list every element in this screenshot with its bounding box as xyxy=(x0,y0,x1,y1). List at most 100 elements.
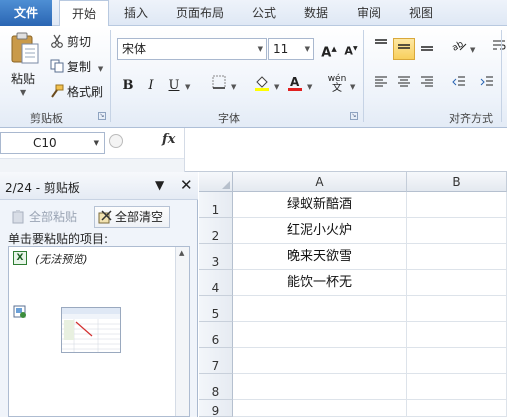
cell-a4[interactable]: 能饮一杯无 xyxy=(233,270,407,296)
paste-icon[interactable] xyxy=(10,32,40,64)
wrap-text-button[interactable] xyxy=(488,38,507,60)
bold-button[interactable]: B xyxy=(117,75,139,97)
clipboard-image-thumbnail[interactable] xyxy=(61,307,121,353)
align-bottom-button[interactable] xyxy=(416,38,438,60)
underline-dropdown-icon[interactable]: ▼ xyxy=(185,83,190,91)
font-name-select[interactable]: 宋体 ▼ xyxy=(117,38,267,60)
paste-dropdown-icon[interactable]: ▼ xyxy=(20,88,26,97)
phonetic-button[interactable]: wén 文 xyxy=(326,74,348,96)
fill-color-button[interactable] xyxy=(251,75,273,97)
cell-b8[interactable] xyxy=(407,374,507,400)
paste-button-label[interactable]: 粘贴 xyxy=(11,70,35,87)
align-middle-button[interactable] xyxy=(393,38,415,60)
tab-home[interactable]: 开始 xyxy=(59,0,109,27)
clipboard-scrollbar[interactable]: ▲ xyxy=(175,247,189,416)
font-color-button[interactable]: A xyxy=(284,75,306,97)
cell-b5[interactable] xyxy=(407,296,507,322)
cell-a6[interactable] xyxy=(233,322,407,348)
cell-b4[interactable] xyxy=(407,270,507,296)
cell-a3[interactable]: 晚来天欲雪 xyxy=(233,244,407,270)
row-header[interactable]: 4 xyxy=(199,270,233,296)
row-header[interactable]: 9 xyxy=(199,400,233,417)
font-launcher-icon[interactable]: ↘ xyxy=(350,112,358,120)
clipboard-pane-title: 2/24 - 剪贴板 xyxy=(5,181,80,195)
scroll-up-icon[interactable]: ▲ xyxy=(179,249,184,257)
align-center-button[interactable] xyxy=(393,75,415,97)
pane-options-icon[interactable]: ▼ xyxy=(155,178,164,192)
cell-a5[interactable] xyxy=(233,296,407,322)
cell-b3[interactable] xyxy=(407,244,507,270)
tab-formulas[interactable]: 公式 xyxy=(252,0,276,26)
insert-function-button[interactable]: fx xyxy=(162,132,175,147)
align-right-button[interactable] xyxy=(416,75,438,97)
row-header[interactable]: 2 xyxy=(199,218,233,244)
cell-b1[interactable] xyxy=(407,192,507,218)
paste-all-button[interactable]: 全部粘贴 xyxy=(8,206,84,228)
ribbon-tab-bar: 文件 开始 插入 页面布局 公式 数据 审阅 视图 xyxy=(0,0,507,27)
clipboard-pane: 2/24 - 剪贴板 ▼ ✕ 全部粘贴 全部清空 单击要粘贴的项目: X (无法… xyxy=(0,172,198,417)
grow-font-glyph: A xyxy=(321,45,332,61)
row-header[interactable]: 5 xyxy=(199,296,233,322)
row-header[interactable]: 8 xyxy=(199,374,233,400)
clipboard-pane-header: 2/24 - 剪贴板 ▼ ✕ xyxy=(0,172,198,200)
increase-indent-button[interactable] xyxy=(476,75,498,97)
select-all-corner[interactable] xyxy=(199,172,233,192)
close-icon[interactable]: ✕ xyxy=(180,176,193,194)
clear-all-button[interactable]: 全部清空 xyxy=(94,206,170,228)
cell-b6[interactable] xyxy=(407,322,507,348)
cell-b2[interactable] xyxy=(407,218,507,244)
cut-label: 剪切 xyxy=(67,35,92,49)
font-color-dropdown-icon[interactable]: ▼ xyxy=(307,83,312,91)
clipboard-launcher-icon[interactable]: ↘ xyxy=(98,112,106,120)
border-button[interactable] xyxy=(208,75,230,97)
formula-input[interactable] xyxy=(190,132,500,156)
cell-a8[interactable] xyxy=(233,374,407,400)
wrap-text-icon xyxy=(492,40,506,56)
name-box[interactable]: C10 ▼ xyxy=(0,132,105,154)
align-left-button[interactable] xyxy=(370,75,392,97)
formula-bar-resize-handle[interactable] xyxy=(109,134,123,148)
formula-bar-divider xyxy=(184,128,185,172)
cell-b9[interactable] xyxy=(407,400,507,417)
fill-color-dropdown-icon[interactable]: ▼ xyxy=(274,83,279,91)
cell-a1[interactable]: 绿蚁新醅酒 xyxy=(233,192,407,218)
tab-page-layout[interactable]: 页面布局 xyxy=(176,0,224,26)
italic-button[interactable]: I xyxy=(140,75,162,97)
orientation-dropdown-icon[interactable]: ▼ xyxy=(470,46,475,54)
row-header[interactable]: 1 xyxy=(199,192,233,218)
row-header[interactable]: 7 xyxy=(199,348,233,374)
cut-button[interactable]: 剪切 xyxy=(50,32,91,52)
tab-file[interactable]: 文件 xyxy=(0,0,52,26)
tab-data[interactable]: 数据 xyxy=(304,0,328,26)
cell-a2[interactable]: 红泥小火炉 xyxy=(233,218,407,244)
tab-view[interactable]: 视图 xyxy=(409,0,433,26)
row-header[interactable]: 6 xyxy=(199,322,233,348)
font-group-label: 字体 xyxy=(218,112,240,125)
copy-icon xyxy=(50,59,64,73)
border-dropdown-icon[interactable]: ▼ xyxy=(231,83,236,91)
clear-all-label: 全部清空 xyxy=(115,210,164,224)
tab-insert[interactable]: 插入 xyxy=(124,0,148,26)
tab-review[interactable]: 审阅 xyxy=(357,0,381,26)
shrink-font-button[interactable]: A▼ xyxy=(340,38,362,60)
align-top-button[interactable] xyxy=(370,38,392,60)
row-header[interactable]: 3 xyxy=(199,244,233,270)
phonetic-dropdown-icon[interactable]: ▼ xyxy=(350,83,355,91)
decrease-indent-button[interactable] xyxy=(448,75,470,97)
orientation-button[interactable]: ab xyxy=(448,38,470,60)
group-divider xyxy=(501,30,502,122)
decrease-indent-icon xyxy=(452,76,466,93)
underline-button[interactable]: U xyxy=(163,75,185,97)
column-header-b[interactable]: B xyxy=(407,172,507,192)
copy-button[interactable]: 复制 ▼ xyxy=(50,57,103,77)
text-orientation-icon: ab xyxy=(451,39,467,56)
cell-a9[interactable] xyxy=(233,400,407,417)
format-painter-button[interactable]: 格式刷 xyxy=(50,82,103,102)
cell-b7[interactable] xyxy=(407,348,507,374)
copy-dropdown-icon[interactable]: ▼ xyxy=(98,65,103,73)
cell-a7[interactable] xyxy=(233,348,407,374)
font-size-select[interactable]: 11 ▼ xyxy=(268,38,314,60)
clipboard-hint: 单击要粘贴的项目: xyxy=(8,232,109,246)
grow-font-button[interactable]: A▲ xyxy=(318,38,340,60)
column-header-a[interactable]: A xyxy=(233,172,407,192)
